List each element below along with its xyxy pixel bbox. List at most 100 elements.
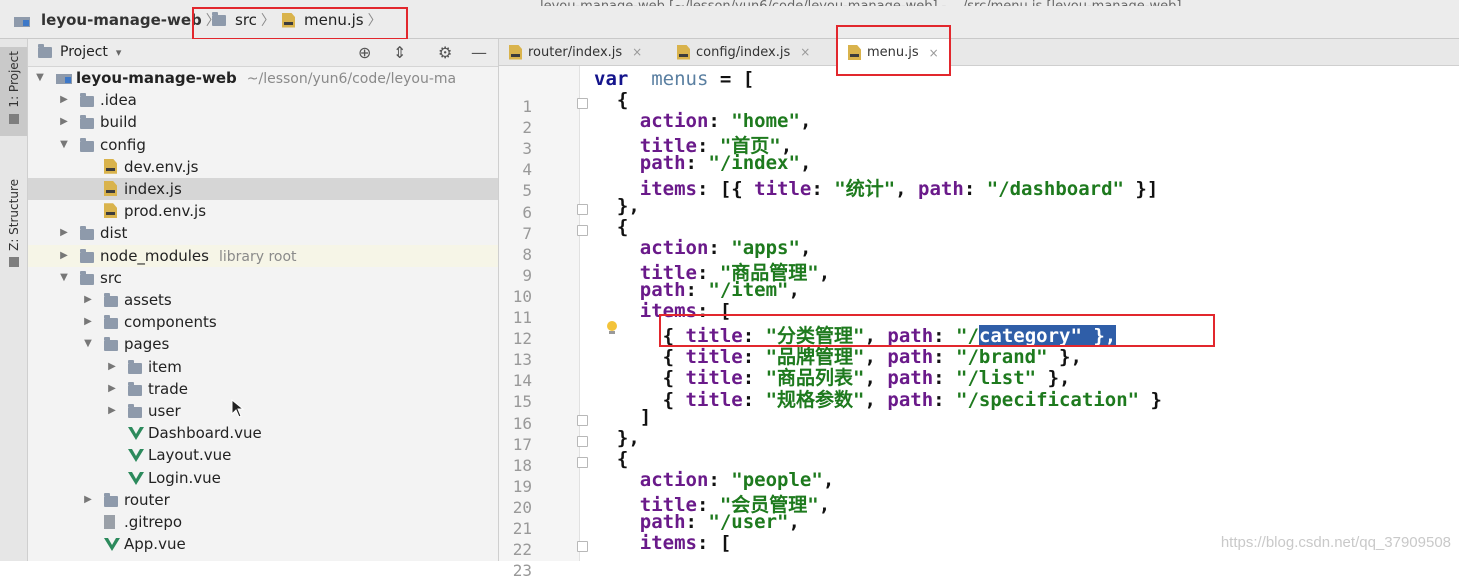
tree-item-label: dev.env.js [124,157,199,176]
fold-marker-icon[interactable] [577,203,588,215]
project-icon [56,71,72,84]
collapse-all-icon[interactable]: ⇕ [393,43,406,62]
project-panel: Project ▾ ⊕ ⇕ ⚙ — ▼ leyou-manage-web ~/les… [28,39,499,561]
gear-icon[interactable]: ⚙ [438,43,452,62]
collapse-arrow-icon[interactable]: ▶ [58,245,70,267]
tree-item[interactable]: .gitrepo [28,511,498,533]
collapse-arrow-icon[interactable]: ▶ [58,89,70,111]
tab-config-index-js[interactable]: config/index.js × [677,39,810,65]
project-tool-tab[interactable]: 1: Project [0,47,27,136]
collapse-arrow-icon[interactable]: ▶ [106,400,118,422]
tree-item-text: user [148,400,181,422]
close-icon[interactable]: × [929,46,939,60]
code-line[interactable]: }, [594,195,640,217]
collapse-arrow-icon[interactable]: ▶ [82,489,94,511]
tree-item[interactable]: Dashboard.vue [28,422,498,444]
code-line[interactable]: path: "/user", [594,511,800,533]
code-line[interactable]: { [594,448,628,470]
tree-item[interactable]: index.js [28,178,498,200]
vue-file-icon [128,449,144,463]
expand-arrow-icon[interactable]: ▼ [82,333,94,355]
tree-item[interactable]: ▶ build [28,111,498,133]
js-file-icon [104,181,117,196]
project-panel-header: Project ▾ ⊕ ⇕ ⚙ — [28,39,498,67]
tree-item-label: node_modules [100,246,209,265]
folder-icon [104,337,118,352]
tree-item[interactable]: ▶ assets [28,289,498,311]
tree-item-text: dev.env.js [124,156,198,178]
code-line[interactable]: items: [{ title: "统计", path: "/dashboard… [594,174,1159,201]
tab-menu-js[interactable]: menu.js × [837,39,950,66]
tree-item[interactable]: dev.env.js [28,156,498,178]
code-line[interactable]: items: [ [594,532,732,554]
project-icon [14,14,30,27]
fold-marker-icon[interactable] [577,414,588,426]
fold-marker-icon[interactable] [577,98,588,110]
breadcrumb-folder[interactable]: src 〉 [212,10,275,30]
tree-item[interactable]: ▼ config [28,134,498,156]
code-line[interactable]: action: "people", [594,469,835,491]
hide-panel-icon[interactable]: — [471,43,487,62]
tab-label: menu.js [867,45,919,60]
tree-item[interactable]: ▶ item [28,356,498,378]
tree-item[interactable]: ▶ components [28,311,498,333]
fold-marker-icon[interactable] [577,435,588,447]
tree-item[interactable]: ▼ src [28,267,498,289]
fold-marker-icon[interactable] [577,456,588,468]
tree-item[interactable]: Layout.vue [28,444,498,466]
code-line[interactable]: path: "/index", [594,152,812,174]
tree-item-hint: library root [218,248,297,265]
close-icon[interactable]: × [800,45,810,59]
collapse-arrow-icon[interactable]: ▶ [106,378,118,400]
tree-item[interactable]: ▶ trade [28,378,498,400]
tree-item[interactable]: Login.vue [28,467,498,489]
line-number: 21 [512,519,532,538]
line-number: 11 [512,308,532,327]
code-editor: router/index.js × config/index.js × menu… [499,25,1459,580]
code-line[interactable]: }, [594,427,640,449]
tree-item[interactable]: prod.env.js [28,200,498,222]
breadcrumb-file[interactable]: menu.js 〉 [282,10,382,30]
code-line[interactable]: var menus = [ [594,68,754,90]
tree-item[interactable]: ▶ user [28,400,498,422]
breadcrumb-project[interactable]: leyou-manage-web 〉 [14,10,220,30]
collapse-arrow-icon[interactable]: ▶ [82,311,94,333]
expand-arrow-icon[interactable]: ▼ [58,134,70,156]
expand-arrow-icon[interactable]: ▼ [34,67,46,89]
collapse-arrow-icon[interactable]: ▶ [58,222,70,244]
tree-item[interactable]: ▶ .idea [28,89,498,111]
tree-item[interactable]: ▼ leyou-manage-web ~/lesson/yun6/code/leyo… [28,67,498,89]
fold-marker-icon[interactable] [577,541,588,553]
tree-item[interactable]: ▶ router [28,489,498,511]
tree-item-hint: ~/lesson/yun6/code/leyou-ma [246,71,457,87]
tab-router-index-js[interactable]: router/index.js × [509,39,642,65]
code-line[interactable]: items: [ [594,300,732,322]
code-line[interactable]: action: "apps", [594,237,812,259]
expand-arrow-icon[interactable]: ▼ [58,267,70,289]
structure-tool-tab[interactable]: Z: Structure [0,179,27,274]
close-icon[interactable]: × [632,45,642,59]
tree-item[interactable]: ▼ pages [28,333,498,355]
tree-item-label: Layout.vue [148,446,232,465]
collapse-arrow-icon[interactable]: ▶ [58,111,70,133]
tree-item-label: config [100,135,146,154]
code-line[interactable]: action: "home", [594,110,812,132]
collapse-arrow-icon[interactable]: ▶ [106,356,118,378]
code-line[interactable]: ] [594,406,651,428]
tree-item[interactable]: ▶ dist [28,222,498,244]
code-line[interactable]: { [594,216,628,238]
fold-marker-icon[interactable] [577,224,588,236]
project-view-selector[interactable]: Project ▾ [38,43,121,60]
line-number: 1 [522,97,532,116]
js-file-icon [677,45,690,60]
code-line[interactable]: { title: "规格参数", path: "/specification" … [594,385,1162,412]
locate-icon[interactable]: ⊕ [358,43,371,62]
tree-item[interactable]: ▶ node_modules library root [28,244,498,267]
code-line[interactable]: path: "/item", [594,279,800,301]
folder-icon [38,43,52,58]
code-line[interactable]: { [594,89,628,111]
folder-icon [128,404,142,418]
lightbulb-icon[interactable] [606,321,618,335]
collapse-arrow-icon[interactable]: ▶ [82,289,94,311]
tree-item[interactable]: App.vue [28,533,498,555]
